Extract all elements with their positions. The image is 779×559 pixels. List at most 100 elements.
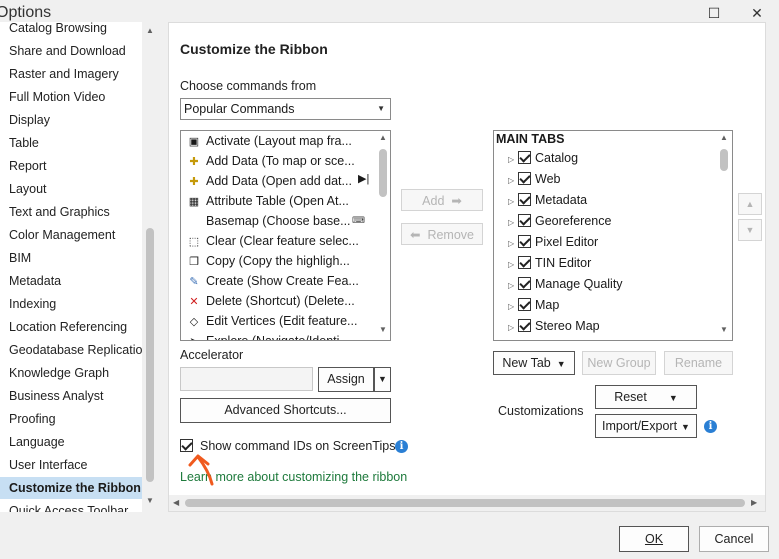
- remove-button[interactable]: ⬅ Remove: [401, 223, 483, 245]
- command-item[interactable]: ▦ Attribute Table (Open At...: [186, 191, 349, 211]
- close-icon[interactable]: ✕: [745, 3, 769, 23]
- nav-item[interactable]: Catalog Browsing: [9, 22, 107, 39]
- nav-item[interactable]: Indexing: [9, 293, 56, 315]
- add-button[interactable]: Add ➡: [401, 189, 483, 211]
- assign-dropdown-button[interactable]: ▼: [374, 367, 391, 392]
- checkbox-checked-icon[interactable]: [518, 172, 531, 185]
- tree-scrollbar[interactable]: ▲ ▼: [716, 131, 732, 340]
- nav-item[interactable]: Text and Graphics: [9, 201, 110, 223]
- submenu-arrow-icon[interactable]: ▶|: [358, 172, 369, 185]
- nav-item[interactable]: Language: [9, 431, 65, 453]
- ribbon-tree[interactable]: MAIN TABS ▷ Catalog ▷ Web ▷ Metadata ▷ Georefer…: [493, 130, 733, 341]
- expand-icon[interactable]: ▷: [508, 296, 518, 317]
- scroll-right-icon[interactable]: ▶: [751, 498, 757, 507]
- nav-scrollbar[interactable]: ▲ ▼: [142, 22, 158, 512]
- new-group-button[interactable]: New Group: [582, 351, 656, 375]
- nav-item[interactable]: Business Analyst: [9, 385, 104, 407]
- checkbox-checked-icon[interactable]: [518, 277, 531, 290]
- nav-item[interactable]: Table: [9, 132, 39, 154]
- commands-list[interactable]: ▣ Activate (Layout map fra... ✚ Add Data (T…: [180, 130, 391, 341]
- expand-icon[interactable]: ▷: [508, 191, 518, 212]
- command-item[interactable]: ➤ Explore (Navigate/Identi...: [186, 331, 349, 340]
- nav-item[interactable]: Layout: [9, 178, 47, 200]
- nav-item[interactable]: Metadata: [9, 270, 61, 292]
- import-export-button[interactable]: Import/Export ▼: [595, 414, 697, 438]
- ok-button[interactable]: OK: [619, 526, 689, 552]
- command-item[interactable]: ✕ Delete (Shortcut) (Delete...: [186, 291, 354, 311]
- checkbox-checked-icon[interactable]: [518, 193, 531, 206]
- nav-item[interactable]: Raster and Imagery: [9, 63, 119, 85]
- expand-icon[interactable]: ▷: [508, 317, 518, 338]
- assign-button[interactable]: Assign: [318, 367, 374, 392]
- commands-scroll-thumb[interactable]: [379, 149, 387, 197]
- command-item[interactable]: ▣ Activate (Layout map fra...: [186, 131, 352, 151]
- nav-item[interactable]: Display: [9, 109, 50, 131]
- checkbox-checked-icon[interactable]: [518, 319, 531, 332]
- nav-item[interactable]: Geodatabase Replication: [9, 339, 149, 361]
- expand-icon[interactable]: ▷: [508, 149, 518, 170]
- ribbon-tab-item[interactable]: ▷ Stereo Map: [508, 316, 600, 337]
- ribbon-tab-item[interactable]: ▷ TIN Editor: [508, 253, 591, 274]
- scroll-up-icon[interactable]: ▲: [716, 133, 732, 142]
- checkbox-checked-icon[interactable]: [518, 256, 531, 269]
- hscroll-thumb[interactable]: [185, 499, 745, 507]
- info-icon[interactable]: i: [704, 420, 717, 433]
- nav-scroll-thumb[interactable]: [146, 228, 154, 482]
- ribbon-tab-item[interactable]: ▷ Pixel Editor: [508, 232, 598, 253]
- nav-item[interactable]: BIM: [9, 247, 31, 269]
- command-item[interactable]: ✚ Add Data (To map or sce...: [186, 151, 354, 171]
- expand-icon[interactable]: ▷: [508, 212, 518, 233]
- commands-scrollbar[interactable]: ▲ ▼: [375, 131, 390, 340]
- expand-icon[interactable]: ▷: [508, 170, 518, 191]
- nav-item[interactable]: Knowledge Graph: [9, 362, 109, 384]
- checkbox-checked-icon[interactable]: [518, 214, 531, 227]
- maximize-icon[interactable]: ☐: [702, 3, 726, 23]
- command-item[interactable]: ✎ Create (Show Create Fea...: [186, 271, 358, 291]
- cancel-button[interactable]: Cancel: [699, 526, 769, 552]
- scroll-up-icon[interactable]: ▲: [142, 26, 158, 35]
- rename-button[interactable]: Rename: [664, 351, 733, 375]
- checkbox-checked-icon[interactable]: [518, 151, 531, 164]
- checkbox-checked-icon[interactable]: [518, 235, 531, 248]
- show-ids-checkbox[interactable]: [180, 439, 197, 453]
- tree-scroll-thumb[interactable]: [720, 149, 728, 171]
- ribbon-tab-item[interactable]: ▷ Web: [508, 169, 560, 190]
- nav-item[interactable]: Customize the Ribbon: [0, 477, 142, 499]
- expand-icon[interactable]: ▷: [508, 254, 518, 275]
- nav-item[interactable]: Report: [9, 155, 47, 177]
- expand-icon[interactable]: ▷: [508, 275, 518, 296]
- panel-hscrollbar[interactable]: ◀ ▶: [169, 495, 765, 511]
- command-item[interactable]: ⬚ Clear (Clear feature selec...: [186, 231, 359, 251]
- info-icon[interactable]: i: [395, 440, 408, 453]
- command-item[interactable]: Basemap (Choose base...: [186, 211, 351, 231]
- advanced-shortcuts-button[interactable]: Advanced Shortcuts...: [180, 398, 391, 423]
- checkbox-checked-icon[interactable]: [518, 298, 531, 311]
- move-down-button[interactable]: ▼: [738, 219, 762, 241]
- command-item[interactable]: ❐ Copy (Copy the highligh...: [186, 251, 350, 271]
- scroll-down-icon[interactable]: ▼: [716, 325, 732, 334]
- command-item[interactable]: ✚ Add Data (Open add dat...: [186, 171, 352, 191]
- nav-item[interactable]: Share and Download: [9, 40, 126, 62]
- ribbon-tab-item[interactable]: ▷ Metadata: [508, 190, 587, 211]
- scroll-down-icon[interactable]: ▼: [375, 325, 390, 334]
- ribbon-tab-item[interactable]: ▷ Map: [508, 295, 559, 316]
- nav-item[interactable]: Quick Access Toolbar: [9, 500, 128, 512]
- nav-item[interactable]: User Interface: [9, 454, 88, 476]
- nav-item[interactable]: Full Motion Video: [9, 86, 105, 108]
- ribbon-tab-item[interactable]: ▷ Catalog: [508, 148, 578, 169]
- nav-item[interactable]: Color Management: [9, 224, 115, 246]
- nav-item[interactable]: Location Referencing: [9, 316, 127, 338]
- move-up-button[interactable]: ▲: [738, 193, 762, 215]
- accelerator-input[interactable]: [180, 367, 313, 391]
- command-item[interactable]: ◇ Edit Vertices (Edit feature...: [186, 311, 358, 331]
- scroll-down-icon[interactable]: ▼: [142, 496, 158, 505]
- ribbon-tab-item[interactable]: ▷ Georeference: [508, 211, 611, 232]
- nav-item[interactable]: Proofing: [9, 408, 56, 430]
- scroll-up-icon[interactable]: ▲: [375, 133, 390, 142]
- choose-commands-dropdown[interactable]: Popular Commands ▼: [180, 98, 391, 120]
- ribbon-tab-item[interactable]: ▷ Manage Quality: [508, 274, 623, 295]
- reset-button[interactable]: Reset ▼: [595, 385, 697, 409]
- expand-icon[interactable]: ▷: [508, 233, 518, 254]
- new-tab-button[interactable]: New Tab ▼: [493, 351, 575, 375]
- scroll-left-icon[interactable]: ◀: [173, 498, 179, 507]
